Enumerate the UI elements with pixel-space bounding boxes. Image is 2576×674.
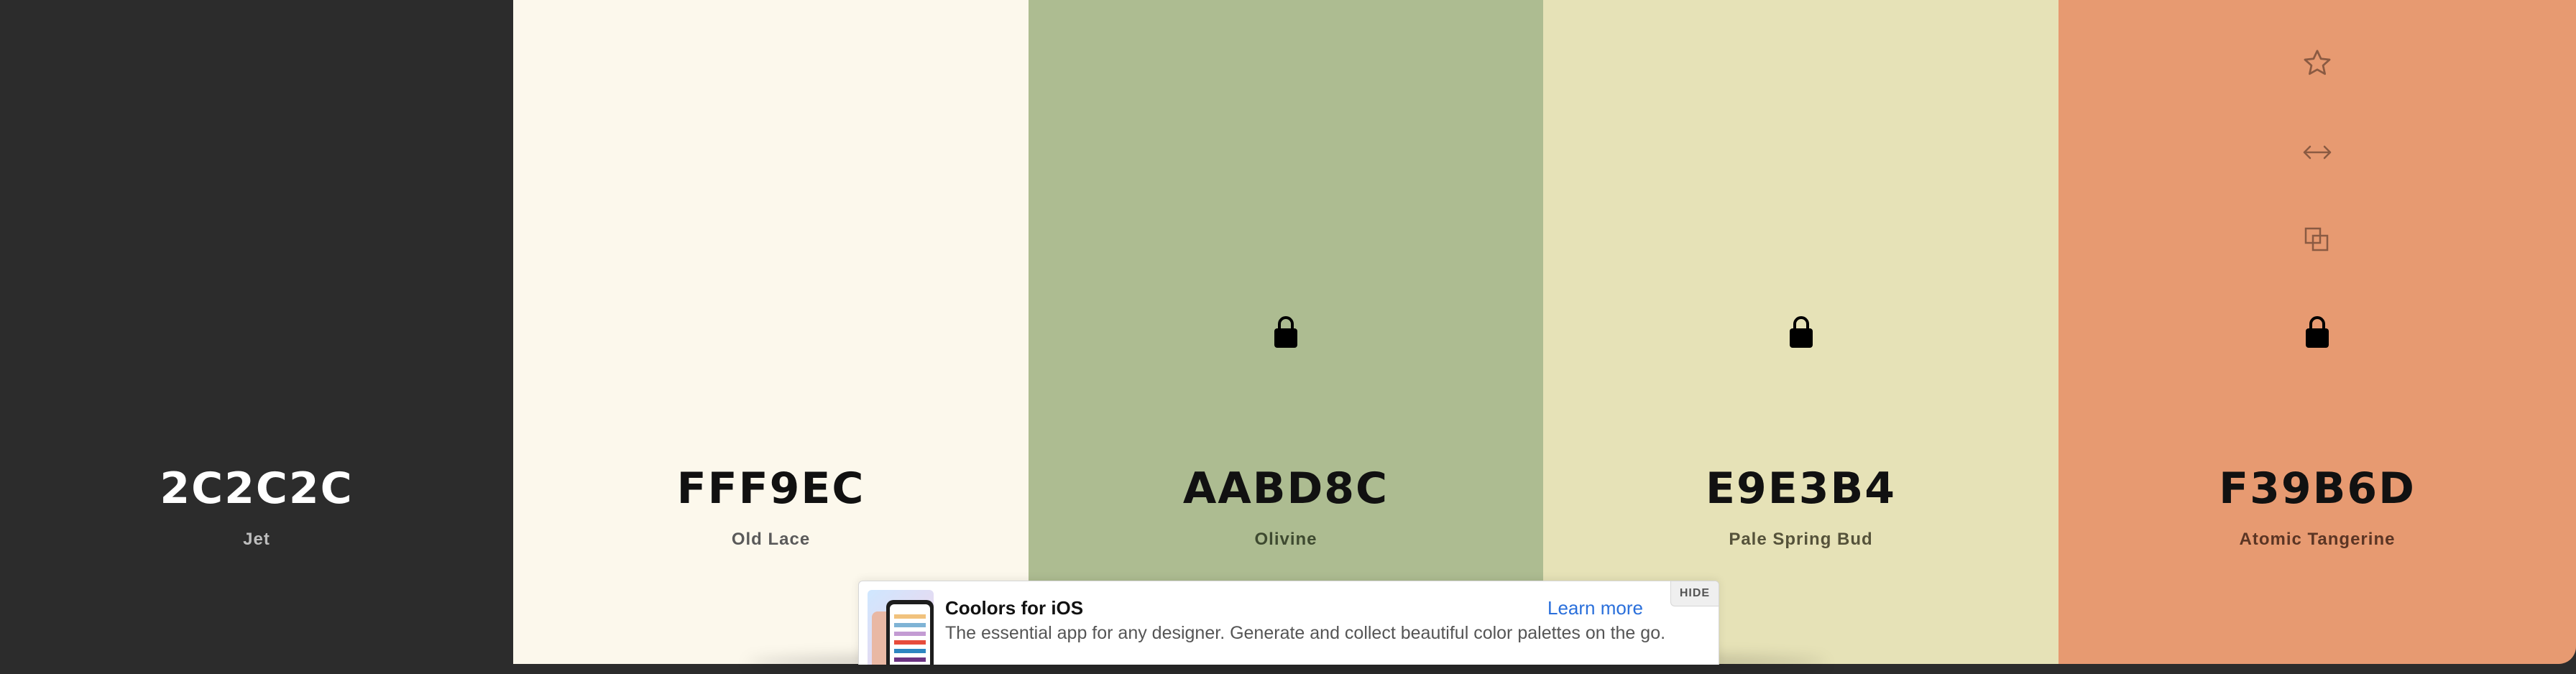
color-name[interactable]: Pale Spring Bud	[1543, 529, 2058, 550]
lock-icon	[1274, 316, 1297, 348]
color-name[interactable]: Atomic Tangerine	[2058, 529, 2576, 550]
palette: 2C2C2C Jet FFF9EC Old Lace AABD8C Olivin…	[0, 0, 2576, 664]
lock-icon	[1789, 316, 1813, 348]
copy-button[interactable]	[2297, 220, 2337, 260]
lock-button[interactable]	[1266, 312, 1306, 352]
palette-stripe	[894, 657, 926, 662]
color-hex[interactable]: 2C2C2C	[0, 460, 513, 517]
app-preview-image	[868, 590, 934, 665]
color-name[interactable]: Old Lace	[513, 529, 1029, 550]
drag-button[interactable]	[2297, 132, 2337, 172]
star-icon	[2304, 50, 2331, 75]
color-swatch-pale-spring-bud[interactable]: E9E3B4 Pale Spring Bud	[1543, 0, 2058, 664]
color-hex[interactable]: E9E3B4	[1543, 460, 2058, 517]
palette-stripe	[894, 632, 926, 636]
lock-button[interactable]	[2297, 312, 2337, 352]
color-swatch-olivine[interactable]: AABD8C Olivine	[1029, 0, 1543, 664]
color-hex[interactable]: AABD8C	[1029, 460, 1543, 517]
color-hex[interactable]: F39B6D	[2058, 460, 2576, 517]
drag-arrows-icon	[2303, 145, 2332, 160]
favorite-button[interactable]	[2297, 43, 2337, 83]
color-name[interactable]: Olivine	[1029, 529, 1543, 550]
hide-banner-button[interactable]: HIDE	[1670, 581, 1719, 606]
phone-screen	[890, 604, 930, 665]
color-swatch-atomic-tangerine[interactable]: F39B6D Atomic Tangerine	[2058, 0, 2576, 664]
learn-more-link[interactable]: Learn more	[1547, 597, 1643, 619]
palette-stripe	[894, 649, 926, 653]
banner-description: The essential app for any designer. Gene…	[945, 623, 1666, 643]
app-promo-banner: Coolors for iOS The essential app for an…	[858, 581, 1719, 665]
lock-button[interactable]	[1781, 312, 1821, 352]
palette-stripe	[894, 640, 926, 645]
lock-icon	[2306, 316, 2329, 348]
copy-icon	[2304, 227, 2329, 251]
palette-stripe	[894, 614, 926, 619]
color-name[interactable]: Jet	[0, 529, 513, 550]
palette-stripe	[894, 623, 926, 627]
color-hex[interactable]: FFF9EC	[513, 460, 1029, 517]
color-swatch-old-lace[interactable]: FFF9EC Old Lace	[513, 0, 1029, 664]
color-swatch-jet[interactable]: 2C2C2C Jet	[0, 0, 513, 664]
banner-title: Coolors for iOS	[945, 597, 1084, 619]
phone-graphic	[886, 600, 934, 665]
